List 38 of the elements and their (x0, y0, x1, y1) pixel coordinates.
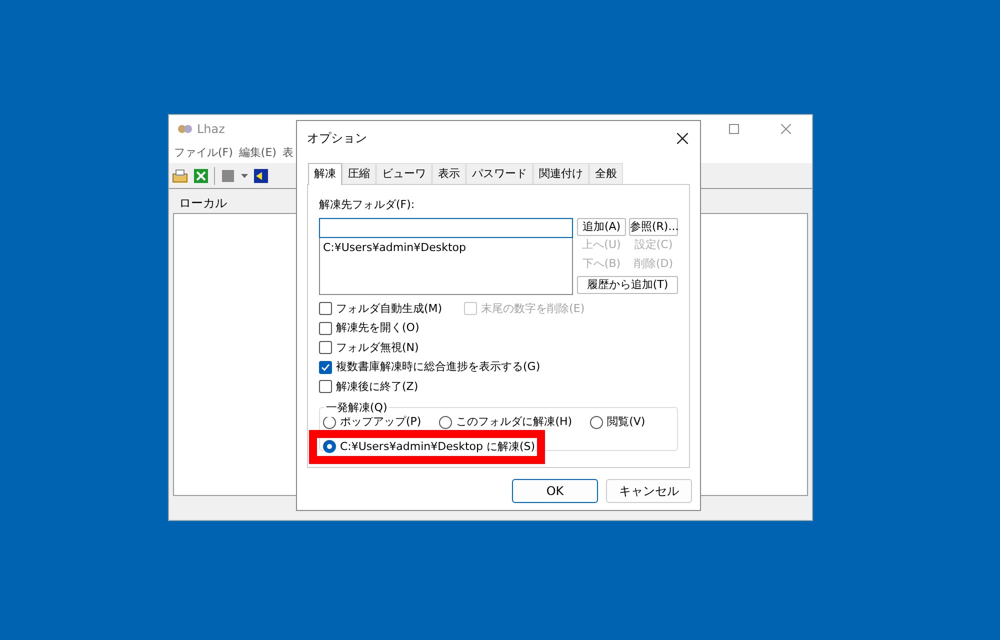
radio-option[interactable]: 閲覧(V) (590, 414, 646, 430)
tab[interactable]: 関連付け (533, 163, 589, 184)
checkbox-option[interactable]: フォルダ無視(N) (319, 340, 678, 356)
tab[interactable]: 解凍 (308, 163, 342, 185)
dialog-button[interactable]: OK (512, 479, 598, 503)
close-icon[interactable] (677, 132, 688, 144)
menu-item[interactable]: ファイル(F) (174, 144, 233, 162)
dialog-button[interactable]: キャンセル (606, 479, 692, 503)
printer-icon[interactable] (172, 168, 188, 184)
folder-list[interactable]: C:¥Users¥admin¥Desktop (319, 238, 573, 294)
tab[interactable]: ビューワ (376, 163, 432, 184)
menu-item[interactable]: 編集(E) (238, 144, 276, 162)
side-button[interactable]: 追加(A) (577, 218, 626, 236)
app-logo-icon (177, 122, 193, 136)
tab[interactable]: 全般 (589, 163, 623, 184)
history-button[interactable]: 履歴から追加(T) (577, 276, 678, 294)
caret-icon[interactable] (241, 174, 248, 178)
radio-option[interactable]: このフォルダに解凍(H) (439, 414, 572, 430)
checkbox-option[interactable]: フォルダ自動生成(M) (319, 300, 442, 317)
field-label: 解凍先フォルダ(F): (319, 197, 416, 213)
tab[interactable]: 圧縮 (342, 163, 376, 184)
menu-item[interactable]: 表 (282, 144, 294, 162)
list-item[interactable]: C:¥Users¥admin¥Desktop (323, 240, 569, 256)
pane-header: ローカル (178, 195, 228, 212)
folder-input[interactable] (319, 218, 573, 238)
window-title: Lhaz (197, 121, 225, 138)
side-button[interactable]: 参照(R)... (629, 218, 678, 236)
document-icon[interactable] (220, 168, 236, 184)
checkbox-option[interactable]: 解凍後に終了(Z) (319, 378, 678, 395)
group-title: 一発解凍(Q) (324, 400, 390, 416)
dialog-title: オプション (307, 130, 368, 147)
archive-icon[interactable] (193, 168, 209, 184)
checkbox-option[interactable]: 解凍先を開く(O) (319, 320, 678, 336)
radio-option[interactable]: C:¥Users¥admin¥Desktop に解凍(S) (323, 438, 536, 455)
maximize-icon[interactable] (729, 124, 739, 134)
checkbox-option[interactable]: 複数書庫解凍時に総合進捗を表示する(G) (319, 359, 678, 376)
tab[interactable]: パスワード (466, 163, 533, 184)
tab[interactable]: 表示 (432, 163, 466, 184)
